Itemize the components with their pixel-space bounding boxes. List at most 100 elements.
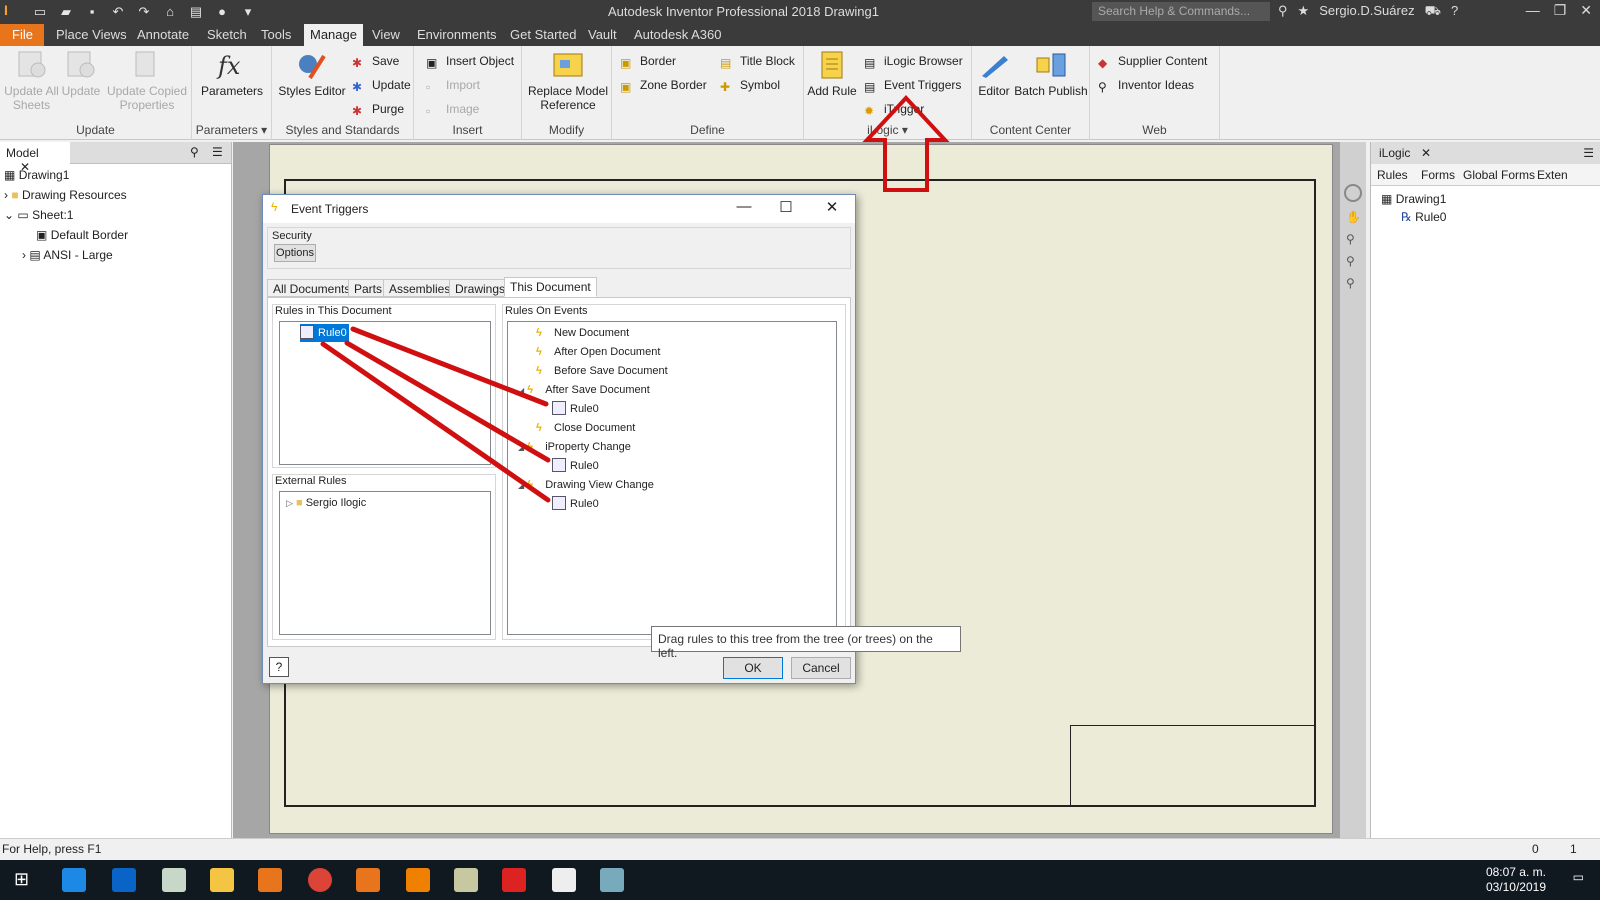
- minimize-button[interactable]: —: [1526, 2, 1540, 19]
- symbol-button[interactable]: ✚ Symbol: [720, 76, 780, 94]
- cart-icon[interactable]: ⛟: [1425, 3, 1441, 21]
- add-rule-button[interactable]: Add Rule: [806, 50, 858, 98]
- internet-explorer-icon[interactable]: [62, 868, 86, 892]
- app3-icon[interactable]: [502, 868, 526, 892]
- inventor-active-icon[interactable]: [356, 868, 380, 892]
- editor-button[interactable]: Editor: [974, 50, 1014, 98]
- replace-model-reference-button[interactable]: Replace Model Reference: [526, 50, 610, 112]
- maximize-button[interactable]: ❐: [1554, 2, 1567, 19]
- inventor-taskbar-icon[interactable]: [258, 868, 282, 892]
- tree-item-default-border[interactable]: ▣ Default Border: [36, 226, 128, 244]
- itrigger-button[interactable]: ✹ iTrigger: [864, 100, 924, 118]
- customize-dropdown-icon[interactable]: ▾: [238, 3, 258, 21]
- ok-button[interactable]: OK: [723, 657, 783, 679]
- ilogic-tab-global-forms[interactable]: Global Forms: [1463, 168, 1535, 182]
- expand-icon[interactable]: ▷: [286, 498, 293, 508]
- open-folder-icon[interactable]: ▰: [56, 3, 76, 21]
- app4-icon[interactable]: [600, 868, 624, 892]
- help-button[interactable]: ?: [269, 657, 289, 677]
- tab-all-documents[interactable]: All Documents: [267, 279, 357, 297]
- rule-item-rule0[interactable]: Rule0: [300, 324, 349, 342]
- external-folder-item[interactable]: ▷ ■ Sergio Ilogic: [286, 494, 366, 512]
- settings-icon[interactable]: ●: [212, 3, 232, 21]
- tab-manage[interactable]: Manage: [304, 24, 363, 46]
- panel-parameters-title[interactable]: Parameters ▾: [192, 123, 271, 137]
- styles-update-button[interactable]: ✱ Update: [352, 76, 411, 94]
- ilogic-item-rule0[interactable]: ℞ Rule0: [1401, 208, 1446, 226]
- event-new-document[interactable]: ϟ New Document: [536, 324, 629, 342]
- inventor-logo-icon[interactable]: I: [4, 2, 22, 22]
- windows-start-icon[interactable]: ⊞: [14, 869, 29, 890]
- event-rule-rule0[interactable]: Rule0: [552, 495, 599, 513]
- tab-sketch[interactable]: Sketch: [207, 27, 247, 42]
- collapse-icon[interactable]: ◢: [518, 443, 524, 452]
- tab-view[interactable]: View: [372, 27, 400, 42]
- collapse-icon[interactable]: ⌄: [4, 208, 14, 222]
- notifications-icon[interactable]: ▭: [1573, 870, 1584, 884]
- panel-ilogic-title[interactable]: iLogic ▾: [804, 123, 971, 137]
- zoom-icon[interactable]: ⚲: [1346, 232, 1360, 246]
- event-triggers-button[interactable]: ▤ Event Triggers: [864, 76, 961, 94]
- tab-get-started[interactable]: Get Started: [510, 27, 576, 42]
- photos-icon[interactable]: [552, 868, 576, 892]
- tab-file[interactable]: File: [0, 24, 44, 46]
- expand-icon[interactable]: ›: [22, 248, 26, 262]
- dialog-minimize-button[interactable]: —: [731, 198, 757, 215]
- tab-parts[interactable]: Parts: [348, 279, 389, 297]
- collapse-icon[interactable]: ◢: [518, 481, 524, 490]
- ilogic-tab-extern[interactable]: Exten: [1537, 168, 1568, 182]
- steering-wheel-icon[interactable]: [1344, 184, 1362, 202]
- app-icon[interactable]: [162, 868, 186, 892]
- tab-vault[interactable]: Vault: [588, 27, 617, 42]
- fusion-icon[interactable]: [406, 868, 430, 892]
- event-iproperty-change[interactable]: ◢ ϟ iProperty Change: [518, 438, 631, 456]
- tab-annotate[interactable]: Annotate: [137, 27, 189, 42]
- ilogic-item-drawing1[interactable]: ▦ Drawing1: [1381, 190, 1446, 208]
- app2-icon[interactable]: [454, 868, 478, 892]
- ilogic-tab-forms[interactable]: Forms: [1421, 168, 1455, 182]
- border-button[interactable]: ▣ Border: [620, 52, 676, 70]
- tab-environments[interactable]: Environments: [417, 27, 496, 42]
- cancel-button[interactable]: Cancel: [791, 657, 851, 679]
- event-drawing-view-change[interactable]: ◢ ϟ Drawing View Change: [518, 476, 654, 494]
- ilogic-menu-icon[interactable]: ☰: [1583, 146, 1594, 160]
- help-icon[interactable]: ?: [1451, 3, 1458, 21]
- system-clock[interactable]: 08:07 a. m. 03/10/2019: [1486, 865, 1546, 895]
- tab-drawings[interactable]: Drawings: [449, 279, 512, 297]
- styles-purge-button[interactable]: ✱ Purge: [352, 100, 404, 118]
- supplier-content-button[interactable]: ◆ Supplier Content: [1098, 52, 1207, 70]
- event-close-document[interactable]: ϟ Close Document: [536, 419, 635, 437]
- file-explorer-icon[interactable]: [210, 868, 234, 892]
- redo-icon[interactable]: ↷: [134, 3, 154, 21]
- update-copied-properties-button[interactable]: Update Copied Properties: [104, 50, 190, 112]
- tab-place-views[interactable]: Place Views: [56, 27, 127, 42]
- close-button[interactable]: ✕: [1580, 2, 1592, 19]
- ilogic-browser-button[interactable]: ▤ iLogic Browser: [864, 52, 963, 70]
- tab-autodesk-a360[interactable]: Autodesk A360: [634, 27, 721, 42]
- dialog-maximize-button[interactable]: ☐: [773, 198, 799, 216]
- zoom-window-icon[interactable]: ⚲: [1346, 254, 1360, 268]
- ilogic-close-icon[interactable]: ✕: [1421, 146, 1431, 160]
- collapse-icon[interactable]: ◢: [518, 386, 524, 395]
- binoculars-icon[interactable]: ⚲: [1278, 3, 1288, 21]
- tree-item-ansi-large[interactable]: › ▤ ANSI - Large: [22, 246, 113, 264]
- star-icon[interactable]: ★: [1298, 3, 1310, 21]
- zoom-all-icon[interactable]: ⚲: [1346, 276, 1360, 290]
- batch-publish-button[interactable]: Batch Publish: [1014, 50, 1088, 98]
- tab-this-document[interactable]: This Document: [504, 277, 597, 297]
- undo-icon[interactable]: ↶: [108, 3, 128, 21]
- dialog-close-button[interactable]: ✕: [819, 198, 845, 216]
- search-icon[interactable]: ⚲: [190, 145, 199, 159]
- new-file-icon[interactable]: ▭: [30, 3, 50, 21]
- rules-in-document-list[interactable]: Rule0: [279, 321, 491, 465]
- styles-save-button[interactable]: ✱ Save: [352, 52, 399, 70]
- update-button[interactable]: Update: [60, 50, 102, 98]
- image-button[interactable]: ▫ Image: [426, 100, 479, 118]
- inventor-ideas-button[interactable]: ⚲ Inventor Ideas: [1098, 76, 1194, 94]
- pan-icon[interactable]: ✋: [1346, 210, 1361, 224]
- update-all-sheets-button[interactable]: Update All Sheets: [4, 50, 59, 112]
- home-icon[interactable]: ⌂: [160, 3, 180, 21]
- tab-assemblies[interactable]: Assemblies: [383, 279, 457, 297]
- tree-item-sheet1[interactable]: ⌄ ▭ Sheet:1: [4, 206, 73, 224]
- save-icon[interactable]: ▪: [82, 3, 102, 21]
